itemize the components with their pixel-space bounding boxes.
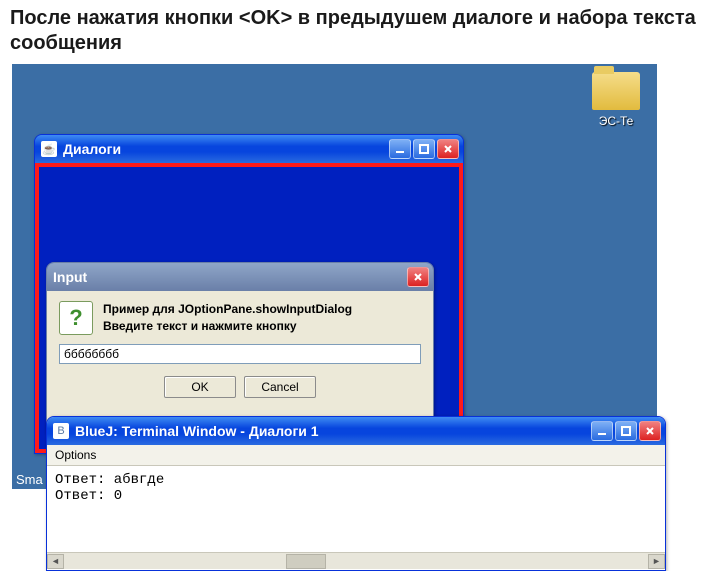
dialogs-title-text: Диалоги xyxy=(63,141,383,157)
ok-button[interactable]: OK xyxy=(164,376,236,398)
scroll-track[interactable] xyxy=(64,554,648,569)
caption-ok-token: <OK> xyxy=(239,7,292,29)
maximize-button[interactable] xyxy=(413,139,435,159)
terminal-output: Ответ: абвгде Ответ: 0 xyxy=(47,466,665,552)
question-icon: ? xyxy=(59,301,93,335)
desktop-folder-label: ЭС-Те xyxy=(581,114,651,128)
close-icon xyxy=(645,426,655,436)
input-message-line1: Пример для JOptionPane.showInputDialog xyxy=(103,301,352,318)
cancel-button[interactable]: Cancel xyxy=(244,376,316,398)
minimize-button[interactable] xyxy=(389,139,411,159)
terminal-maximize-button[interactable] xyxy=(615,421,637,441)
folder-icon xyxy=(592,72,640,110)
terminal-line-1: Ответ: абвгде xyxy=(55,472,164,488)
scroll-thumb[interactable] xyxy=(286,554,326,569)
terminal-titlebar[interactable]: B BlueJ: Terminal Window - Диалоги 1 xyxy=(47,417,665,445)
terminal-menu-options[interactable]: Options xyxy=(55,448,96,462)
input-close-button[interactable] xyxy=(407,267,429,287)
input-message-line2: Введите текст и нажмите кнопку xyxy=(103,318,352,335)
terminal-close-button[interactable] xyxy=(639,421,661,441)
terminal-line-2: Ответ: 0 xyxy=(55,488,122,504)
terminal-title-text: BlueJ: Terminal Window - Диалоги 1 xyxy=(75,423,585,439)
scroll-right-button[interactable]: ► xyxy=(648,554,665,569)
input-message: Пример для JOptionPane.showInputDialog В… xyxy=(103,301,352,336)
terminal-menu-bar: Options xyxy=(47,445,665,466)
terminal-minimize-button[interactable] xyxy=(591,421,613,441)
scroll-left-button[interactable]: ◄ xyxy=(47,554,64,569)
input-title-text: Input xyxy=(53,269,401,285)
input-text-field[interactable] xyxy=(59,344,421,364)
close-icon xyxy=(413,272,423,282)
input-dialog: Input ? Пример для JOptionPane.showInput… xyxy=(46,262,434,432)
terminal-horizontal-scrollbar[interactable]: ◄ ► xyxy=(47,552,665,569)
maximize-icon xyxy=(419,144,429,154)
minimize-icon xyxy=(395,144,405,154)
terminal-window: B BlueJ: Terminal Window - Диалоги 1 Opt… xyxy=(46,416,666,571)
desktop-folder[interactable]: ЭС-Те xyxy=(581,72,651,128)
minimize-icon xyxy=(597,426,607,436)
input-body: ? Пример для JOptionPane.showInputDialog… xyxy=(47,291,433,431)
input-titlebar[interactable]: Input xyxy=(47,263,433,291)
java-app-icon: ☕ xyxy=(41,141,57,157)
bluej-app-icon: B xyxy=(53,423,69,439)
caption-text-pre: После нажатия кнопки xyxy=(10,7,239,29)
dialogs-titlebar[interactable]: ☕ Диалоги xyxy=(35,135,463,163)
close-button[interactable] xyxy=(437,139,459,159)
close-icon xyxy=(443,144,453,154)
windows-desktop: ЭС-Те ☕ Диалоги Input xyxy=(12,64,657,489)
taskbar-snippet: Sma xyxy=(12,470,47,489)
maximize-icon xyxy=(621,426,631,436)
slide-caption: После нажатия кнопки <OK> в предыдушем д… xyxy=(0,0,720,60)
